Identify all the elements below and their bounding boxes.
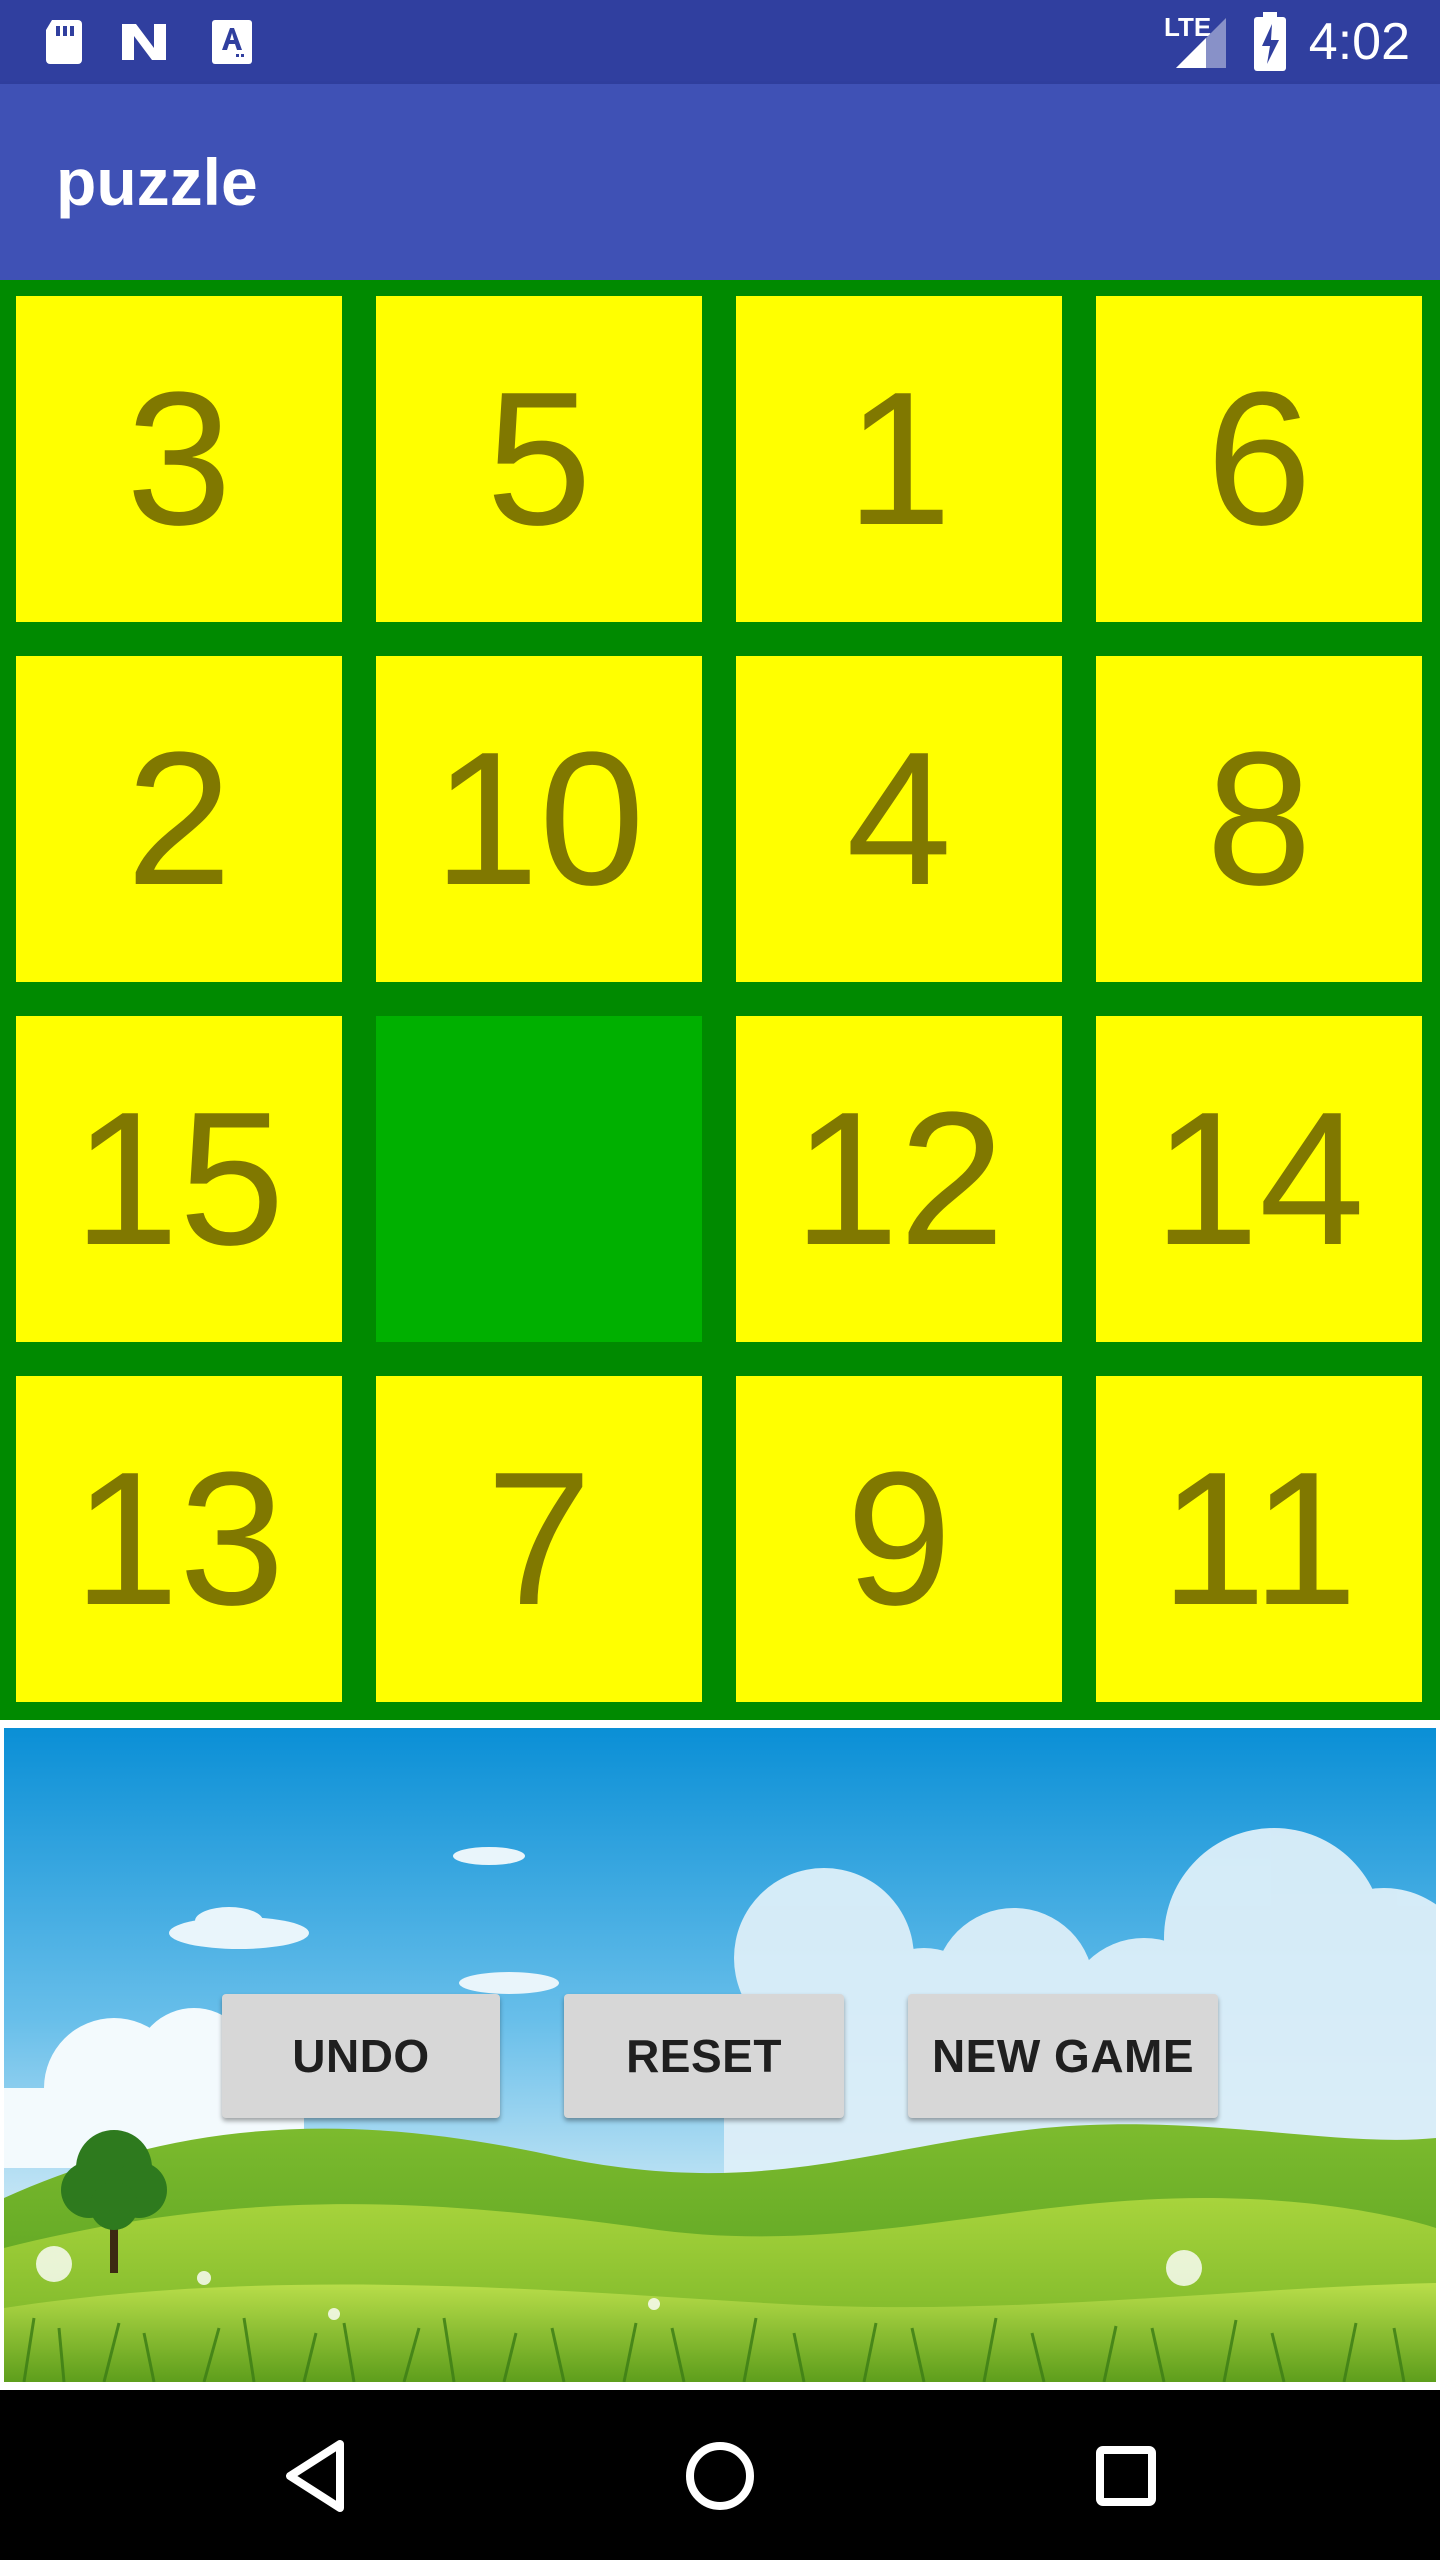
empty-slot [376, 1016, 702, 1342]
puzzle-tile[interactable]: 2 [16, 656, 342, 982]
battery-charging-icon [1254, 12, 1286, 71]
undo-button[interactable]: UNDO [222, 1994, 500, 2118]
n-logo-icon [122, 24, 166, 60]
new-game-button[interactable]: NEW GAME [908, 1994, 1218, 2118]
sd-card-icon [46, 20, 82, 64]
puzzle-tile[interactable]: 11 [1096, 1376, 1422, 1702]
puzzle-tile[interactable]: 14 [1096, 1016, 1422, 1342]
navigation-bar [0, 2390, 1440, 2560]
puzzle-tile[interactable]: 15 [16, 1016, 342, 1342]
puzzle-tile[interactable]: 5 [376, 296, 702, 622]
font-a-icon [212, 20, 252, 64]
home-icon[interactable] [672, 2428, 768, 2524]
puzzle-tile[interactable]: 6 [1096, 296, 1422, 622]
puzzle-board: 3 5 1 6 2 10 4 8 15 12 14 13 7 9 11 [0, 280, 1440, 1720]
puzzle-tile[interactable]: 4 [736, 656, 1062, 982]
status-time: 4:02 [1308, 13, 1410, 71]
puzzle-tile[interactable]: 7 [376, 1376, 702, 1702]
puzzle-tile[interactable]: 3 [16, 296, 342, 622]
puzzle-tile[interactable]: 9 [736, 1376, 1062, 1702]
puzzle-tile[interactable]: 1 [736, 296, 1062, 622]
reset-button[interactable]: RESET [564, 1994, 844, 2118]
app-title: puzzle [56, 145, 258, 219]
puzzle-tile[interactable]: 10 [376, 656, 702, 982]
puzzle-tile[interactable]: 13 [16, 1376, 342, 1702]
recents-icon[interactable] [1078, 2428, 1174, 2524]
back-icon[interactable] [268, 2428, 364, 2524]
app-bar: puzzle [0, 84, 1440, 280]
status-bar: LTE 4:02 [0, 0, 1440, 84]
lte-signal-icon [1176, 18, 1226, 68]
puzzle-tile[interactable]: 12 [736, 1016, 1062, 1342]
puzzle-tile[interactable]: 8 [1096, 656, 1422, 982]
